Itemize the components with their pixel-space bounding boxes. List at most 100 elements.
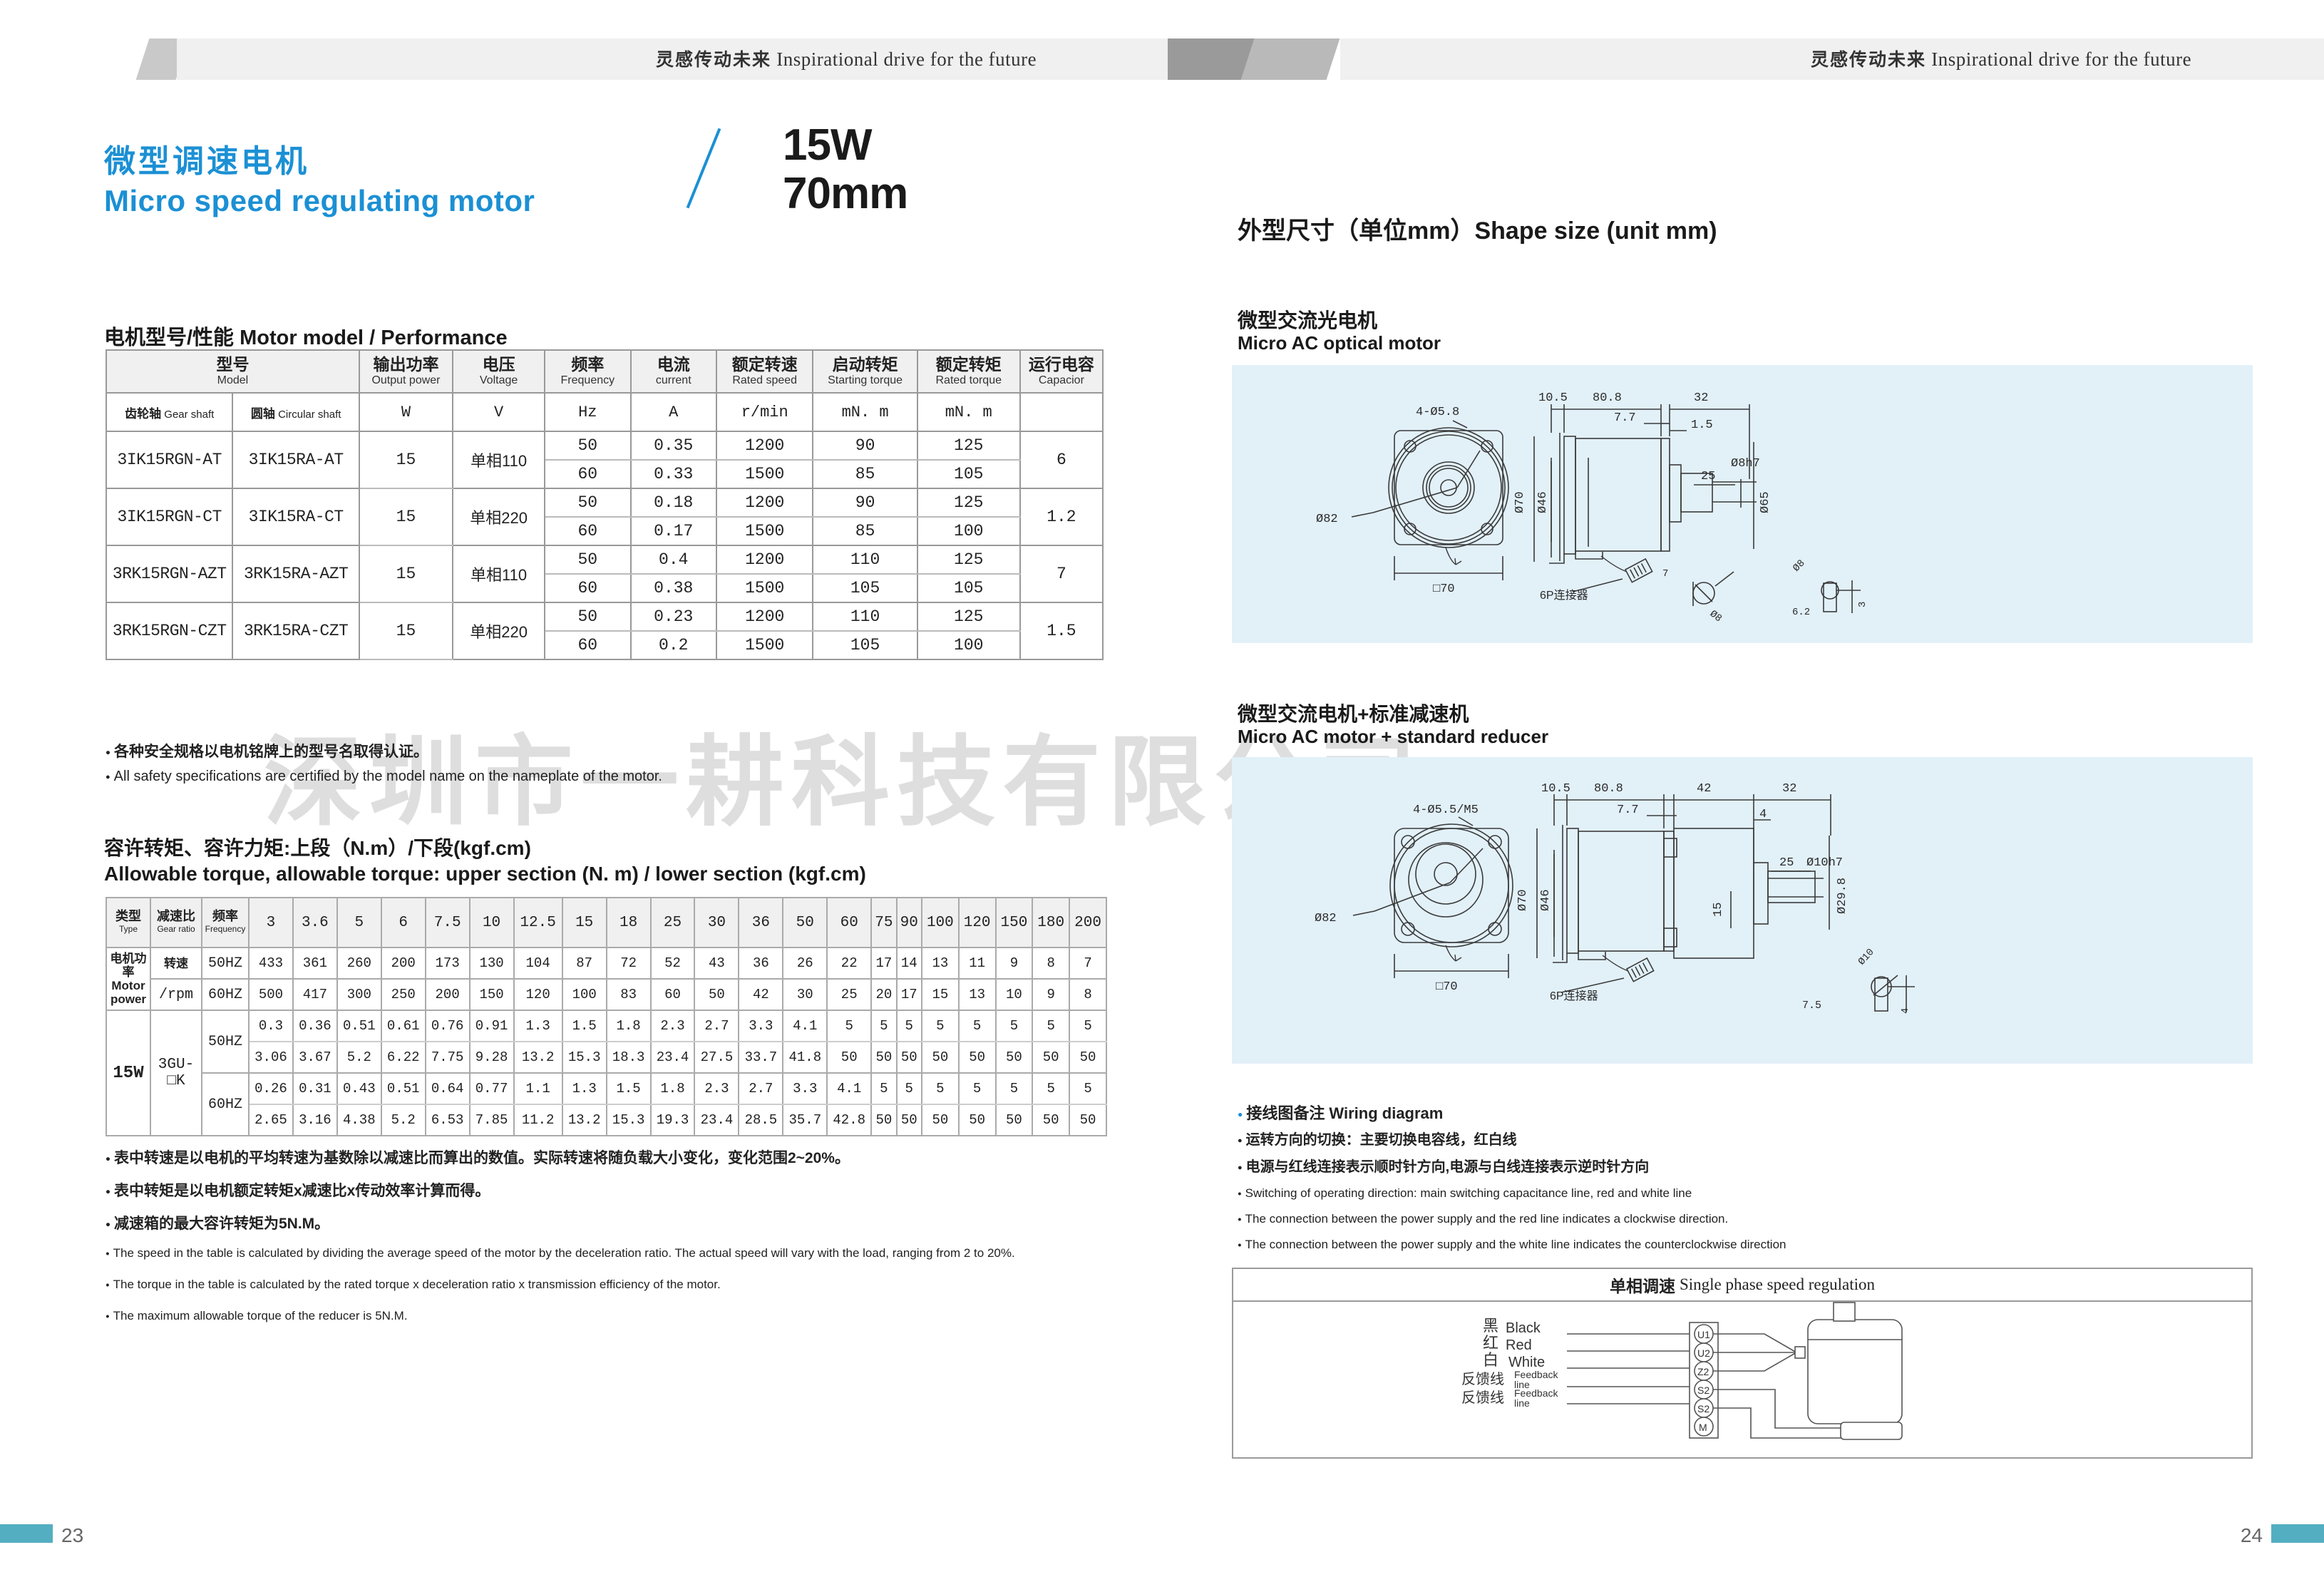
torque-lower: 15.3 bbox=[605, 1104, 652, 1136]
ratio-col-header: 18 bbox=[605, 897, 652, 948]
speed-value: 17 bbox=[870, 947, 898, 980]
key-4: 4 bbox=[1900, 1008, 1911, 1014]
wiring-box-title-cn: 单相调速 bbox=[1609, 1277, 1675, 1295]
cell-capacitor: 7 bbox=[1019, 545, 1104, 603]
table-header-row: 型号 Model 输出功率 Output power 电压 Voltage 频率… bbox=[106, 349, 1104, 394]
speed-value: 500 bbox=[248, 978, 294, 1011]
speed-value: 200 bbox=[380, 947, 426, 980]
key-d10: Ø10 bbox=[1856, 947, 1877, 967]
cell-voltage: 单相110 bbox=[452, 545, 546, 603]
torque-upper: 5 bbox=[994, 1072, 1034, 1105]
key-6-2: 6.2 bbox=[1792, 607, 1810, 618]
torque-lower: 3.06 bbox=[248, 1041, 294, 1074]
page-number-right: 24 bbox=[2240, 1524, 2263, 1546]
speed-value: 200 bbox=[424, 978, 471, 1011]
torque-upper: 0.61 bbox=[380, 1010, 426, 1042]
torque-upper: 0.64 bbox=[424, 1072, 471, 1105]
header-freq-en: Frequency bbox=[560, 374, 615, 386]
dim-15: 15 bbox=[1712, 903, 1725, 917]
wiring-diagram-box: 单相调速 Single phase speed regulation 黑 Bla… bbox=[1232, 1268, 2253, 1459]
speed-value: 10 bbox=[994, 978, 1034, 1011]
title-size: 70mm bbox=[783, 169, 908, 218]
cell-current: 0.18 bbox=[629, 488, 717, 518]
speed-value: 9 bbox=[1032, 978, 1071, 1011]
motor-power-label: 电机功率 Motor power bbox=[106, 947, 151, 1011]
dim-holes: 4-Ø5.5/M5 bbox=[1413, 803, 1479, 817]
page-header: 灵感传动未来 Inspirational drive for the futur… bbox=[0, 38, 2324, 80]
speed-value: 13 bbox=[920, 947, 960, 980]
ratio-col-header: 12.5 bbox=[513, 897, 563, 948]
cell-rated-torque: 125 bbox=[916, 545, 1021, 575]
ratio-col-header: 75 bbox=[870, 897, 898, 948]
torque-upper: 5 bbox=[994, 1010, 1034, 1042]
wiring-note-en-3: The connection between the power supply … bbox=[1238, 1238, 1786, 1252]
cell-frequency: 50 bbox=[544, 545, 632, 575]
torque-lower: 50 bbox=[870, 1041, 898, 1074]
unit-rated-torque: mN. m bbox=[916, 392, 1021, 432]
torque-upper: 5 bbox=[895, 1010, 922, 1042]
header-starting-en: Starting torque bbox=[828, 374, 903, 386]
torque-upper: 5 bbox=[1069, 1010, 1107, 1042]
torque-lower: 5.2 bbox=[336, 1041, 382, 1074]
torque-upper: 0.51 bbox=[380, 1072, 426, 1105]
ratio-col-header: 7.5 bbox=[424, 897, 471, 948]
label-connector: 6P连接器 bbox=[1550, 990, 1598, 1002]
ratio-col-header: 15 bbox=[561, 897, 607, 948]
torque-lower: 50 bbox=[1032, 1104, 1071, 1136]
lead-label-en: Red bbox=[1506, 1337, 1532, 1353]
header-slogan-left: 灵感传动未来 Inspirational drive for the futur… bbox=[656, 38, 1037, 80]
cell-gear-model: 3RK15RGN-CZT bbox=[105, 602, 234, 660]
speed-value: 7 bbox=[1069, 947, 1107, 980]
speed-value: 8 bbox=[1069, 978, 1107, 1011]
title-power: 15W bbox=[783, 120, 872, 170]
wiring-notes-title: 接线图备注 Wiring diagram bbox=[1238, 1101, 1443, 1124]
torque-lower: 13.2 bbox=[513, 1041, 563, 1074]
cell-starting-torque: 85 bbox=[812, 516, 918, 546]
dim-square: □70 bbox=[1436, 980, 1458, 994]
cell-rated-torque: 125 bbox=[916, 431, 1021, 461]
circular-shaft-label-cn: 圆轴 bbox=[250, 406, 275, 421]
torque-upper: 4.1 bbox=[826, 1072, 873, 1105]
dim-25: 25 bbox=[1779, 856, 1794, 870]
drawing1-heading-cn: 微型交流光电机 bbox=[1238, 309, 1378, 332]
datasheet-page: 灵感传动未来 Inspirational drive for the futur… bbox=[0, 0, 2324, 1587]
freq-label: 50HZ bbox=[201, 1010, 250, 1074]
cell-current: 0.38 bbox=[629, 573, 717, 603]
gear-ratio-value: 3GU-□K bbox=[150, 1010, 202, 1136]
torque-upper: 3.3 bbox=[738, 1010, 784, 1042]
cell-rated-speed: 1500 bbox=[715, 630, 814, 660]
ratio-col-header: 36 bbox=[738, 897, 784, 948]
speed-value: 50 bbox=[694, 978, 740, 1011]
cell-rated-speed: 1500 bbox=[715, 516, 814, 546]
lead-label-cn: 反馈线 bbox=[1461, 1371, 1504, 1387]
torque-upper: 2.7 bbox=[738, 1072, 784, 1105]
torque-lower: 33.7 bbox=[738, 1041, 784, 1074]
dim-bolt-circle: Ø82 bbox=[1316, 513, 1338, 526]
drawing-micro-ac-optical-motor: 4-Ø5.8 Ø82 □70 Ø70 Ø46 Ø65 10.5 80.8 32 … bbox=[1232, 365, 2253, 643]
torque-upper: 0.77 bbox=[468, 1072, 515, 1105]
torque-upper: 1.5 bbox=[561, 1010, 607, 1042]
torque-upper: 2.7 bbox=[694, 1010, 740, 1042]
torque-upper: 2.3 bbox=[649, 1010, 696, 1042]
table-note-cn-2: 表中转矩是以电机额定转矩x减速比x传动效率计算而得。 bbox=[106, 1179, 490, 1201]
speed-value: 11 bbox=[957, 947, 997, 980]
header-slogan-cn: 灵感传动未来 bbox=[656, 50, 772, 70]
dim-7-7: 7.7 bbox=[1614, 411, 1636, 425]
torque-upper: 5 bbox=[957, 1010, 997, 1042]
table-row: 电机功率 Motor power 转速 50HZ 433 361 260 200… bbox=[106, 947, 1107, 1011]
cell-starting-torque: 105 bbox=[812, 630, 918, 660]
torque-lower: 13.2 bbox=[561, 1104, 607, 1136]
cell-output-power: 15 bbox=[358, 431, 454, 489]
dim-d46: Ø46 bbox=[1539, 889, 1553, 911]
table-row: 3RK15RGN-AZT 3RK15RA-AZT 15 单相110 50 0.4… bbox=[105, 545, 1104, 603]
ratio-col-header: 5 bbox=[336, 897, 382, 948]
table-row: 3RK15RGN-CZT 3RK15RA-CZT 15 单相220 50 0.2… bbox=[105, 602, 1104, 660]
torque-upper: 2.3 bbox=[694, 1072, 740, 1105]
unit-row: 齿轮轴 Gear shaft 圆轴 Circular shaft W V Hz … bbox=[105, 392, 1104, 432]
freq-label: 60HZ bbox=[201, 1072, 250, 1136]
table-row: 3.06 3.67 5.2 6.22 7.75 9.28 13.2 15.3 1… bbox=[106, 1041, 1107, 1074]
table-note-cn-3: 减速箱的最大容许转矩为5N.M。 bbox=[106, 1212, 329, 1233]
table-row: 2.65 3.16 4.38 5.2 6.53 7.85 11.2 13.2 1… bbox=[106, 1104, 1107, 1136]
header-rated-en: Rated torque bbox=[935, 374, 1002, 386]
torque-ratio-cn: 减速比 bbox=[157, 909, 195, 923]
